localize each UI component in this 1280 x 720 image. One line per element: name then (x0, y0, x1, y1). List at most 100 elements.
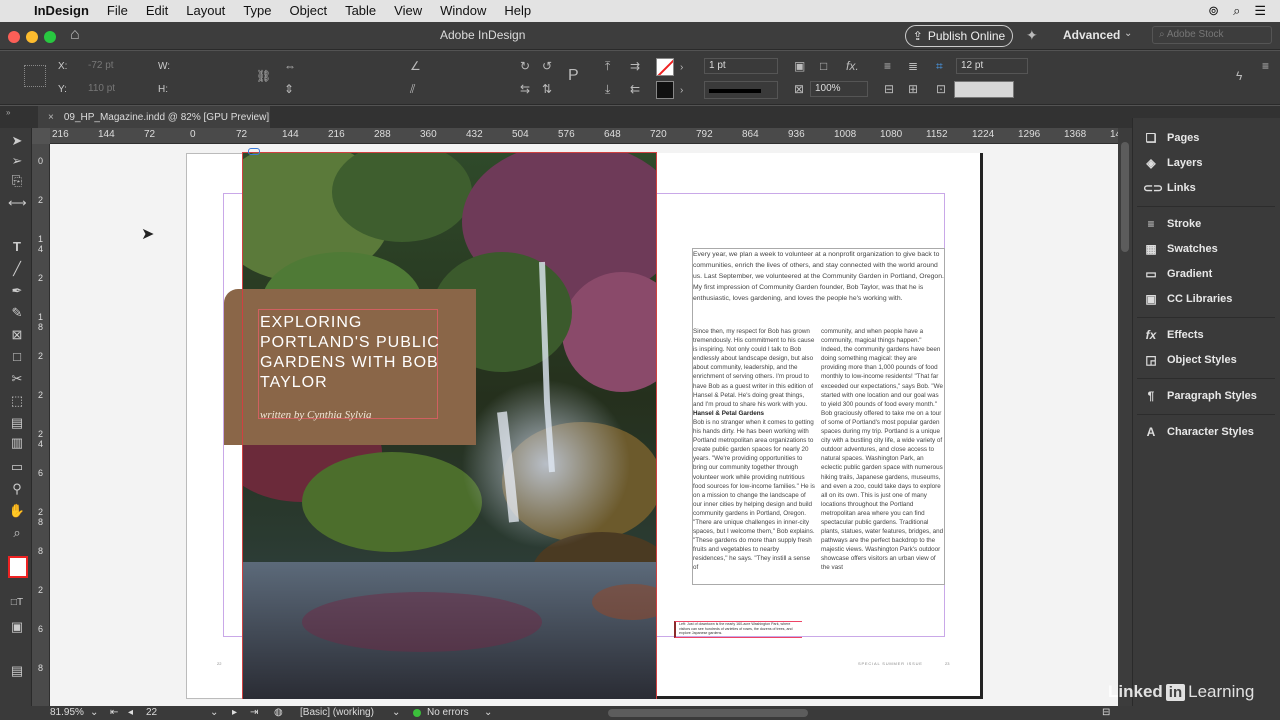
frame-fitting-icon[interactable]: □ (820, 59, 827, 73)
adobe-stock-search[interactable]: ⌕ Adobe Stock (1152, 26, 1272, 44)
wrap-right-icon[interactable]: ⊞ (908, 82, 918, 96)
open-page-icon[interactable]: ◍ (274, 706, 283, 720)
publish-online-button[interactable]: ⇪ Publish Online (905, 25, 1013, 47)
x-field[interactable]: -72 pt (84, 59, 144, 75)
auto-fit-icon[interactable]: ▣ (794, 59, 805, 73)
select-container-icon[interactable]: ⤒ (605, 59, 610, 73)
panel-links[interactable]: ⊂⊃ Links (1143, 178, 1196, 198)
panel-stroke[interactable]: ≡ Stroke (1143, 214, 1201, 234)
control-center-icon[interactable]: ☰ (1254, 3, 1266, 19)
scale-y-icon[interactable]: ⇕ (284, 82, 294, 96)
stroke-swatch[interactable] (656, 81, 674, 99)
shear-icon[interactable]: ⫽ (410, 82, 415, 96)
zoom-window-button[interactable] (44, 31, 56, 43)
selection-tool-icon[interactable]: ➤ (8, 132, 26, 150)
panel-pages[interactable]: ❏ Pages (1143, 128, 1200, 148)
pencil-tool-icon[interactable]: ✎ (8, 304, 26, 322)
direct-selection-tool-icon[interactable]: ➢ (8, 152, 26, 170)
object-style-dropdown[interactable] (954, 81, 1014, 98)
first-page-icon[interactable]: ⇤ (110, 706, 118, 720)
menu-layout[interactable]: Layout (177, 0, 234, 22)
menu-table[interactable]: Table (336, 0, 385, 22)
rotate-cw-icon[interactable]: ↻ (520, 59, 530, 73)
previous-page-icon[interactable]: ◂ (128, 706, 133, 720)
fill-stroke-swatch[interactable] (8, 556, 28, 578)
menu-edit[interactable]: Edit (137, 0, 177, 22)
select-content-icon[interactable]: ⤓ (605, 82, 610, 96)
rotate-icon[interactable]: ∠ (410, 59, 421, 73)
zoom-tool-icon[interactable]: ⌕ (8, 524, 26, 542)
formatting-container-icon[interactable]: □T (8, 594, 26, 612)
note-tool-icon[interactable]: ▭ (8, 458, 26, 476)
constrain-proportions-icon[interactable]: ⛓ (256, 69, 271, 83)
preflight-status[interactable]: No errors (427, 706, 469, 720)
rectangle-tool-icon[interactable]: □ (8, 348, 26, 366)
menu-view[interactable]: View (385, 0, 431, 22)
column-2-text[interactable]: community, and when people have a commun… (821, 327, 944, 582)
page-number-field[interactable]: 22 (146, 706, 157, 720)
flip-vertical-icon[interactable]: ⇅ (542, 82, 552, 96)
page-tool-icon[interactable]: ⎘ (8, 172, 26, 190)
screen-mode-icon[interactable]: ▣ (8, 618, 26, 636)
chevron-down-icon[interactable]: ⌄ (1124, 28, 1132, 39)
app-menu[interactable]: InDesign (25, 0, 98, 22)
stroke-weight-field[interactable]: 1 pt (704, 58, 778, 74)
type-on-path-icon[interactable]: P (568, 68, 579, 84)
split-view-icon[interactable]: ⊟ (1102, 706, 1110, 720)
creative-cloud-icon[interactable]: ⊚ (1208, 3, 1219, 19)
panel-collapse-icon[interactable]: » (6, 108, 10, 117)
menu-window[interactable]: Window (431, 0, 495, 22)
chevron-right-icon[interactable]: › (680, 61, 683, 75)
scissors-tool-icon[interactable]: ✂ (8, 370, 26, 388)
free-transform-tool-icon[interactable]: ⬚ (8, 392, 26, 410)
chevron-down-icon[interactable]: ⌄ (392, 706, 400, 720)
gap-tool-icon[interactable]: ⟷ (8, 194, 27, 212)
y-field[interactable]: 110 pt (84, 82, 144, 98)
chevron-down-icon[interactable]: ⌄ (484, 706, 492, 720)
stroke-type-dropdown[interactable] (704, 81, 778, 99)
reference-point-icon[interactable] (24, 65, 46, 87)
panel-paragraph-styles[interactable]: ¶ Paragraph Styles (1143, 386, 1257, 406)
baseline-grid-icon[interactable]: ⊡ (936, 82, 946, 96)
menu-help[interactable]: Help (495, 0, 540, 22)
home-icon[interactable]: ⌂ (70, 26, 80, 44)
menu-file[interactable]: File (98, 0, 137, 22)
panel-swatches[interactable]: ▦ Swatches (1143, 239, 1217, 259)
gradient-feather-tool-icon[interactable]: ▥ (8, 434, 26, 452)
flip-horizontal-icon[interactable]: ⇆ (520, 82, 530, 96)
align-left-icon[interactable]: ≡ (884, 59, 891, 73)
lightbulb-icon[interactable]: ✦ (1026, 27, 1038, 44)
link-badge-icon[interactable] (248, 148, 260, 155)
gradient-swatch-tool-icon[interactable]: ▤ (8, 414, 26, 432)
chevron-right-icon[interactable]: › (680, 84, 683, 98)
panel-effects[interactable]: fx Effects (1143, 325, 1204, 345)
next-page-icon[interactable]: ▸ (232, 706, 237, 720)
panel-cc-libraries[interactable]: ▣ CC Libraries (1143, 289, 1232, 309)
select-previous-icon[interactable]: ⇇ (630, 82, 640, 96)
type-tool-icon[interactable]: T (8, 238, 26, 256)
rotate-ccw-icon[interactable]: ↺ (542, 59, 552, 73)
vertical-ruler[interactable]: 0 2 1 4 2 1 8 2 2 2 4 6 2 8 8 2 6 8 (32, 144, 50, 706)
vertical-scrollbar[interactable] (1118, 128, 1132, 706)
last-page-icon[interactable]: ⇥ (250, 706, 258, 720)
menu-object[interactable]: Object (281, 0, 337, 22)
document-tab[interactable]: × 09_HP_Magazine.indd @ 82% [GPU Preview… (38, 106, 270, 128)
preflight-profile[interactable]: [Basic] (working) (300, 706, 374, 720)
gutter-field[interactable]: 12 pt (956, 58, 1028, 74)
preview-mode-icon[interactable]: ▤ (8, 662, 26, 680)
panel-character-styles[interactable]: A Character Styles (1143, 422, 1254, 442)
pen-tool-icon[interactable]: ✒ (8, 282, 26, 300)
opacity-icon[interactable]: ⊠ (794, 82, 804, 96)
horizontal-ruler[interactable]: 216 144 72 0 72 144 216 288 360 432 504 576 648 720 79… (50, 128, 1118, 144)
panel-gradient[interactable]: ▭ Gradient (1143, 264, 1212, 284)
panel-menu-icon[interactable]: ≡ (1262, 59, 1269, 73)
column-1-text[interactable]: Since then, my respect for Bob has grown… (693, 327, 815, 582)
eyedropper-tool-icon[interactable]: ⚲ (8, 480, 26, 498)
fx-effects-icon[interactable]: fx. (846, 59, 859, 73)
opacity-field[interactable]: 100% (810, 81, 868, 97)
search-icon[interactable]: ⌕ (1233, 3, 1240, 19)
horizontal-scrollbar[interactable] (608, 709, 808, 717)
scale-x-icon[interactable]: ⇔ (284, 59, 296, 73)
menu-type[interactable]: Type (234, 0, 280, 22)
close-icon[interactable]: × (48, 112, 54, 123)
